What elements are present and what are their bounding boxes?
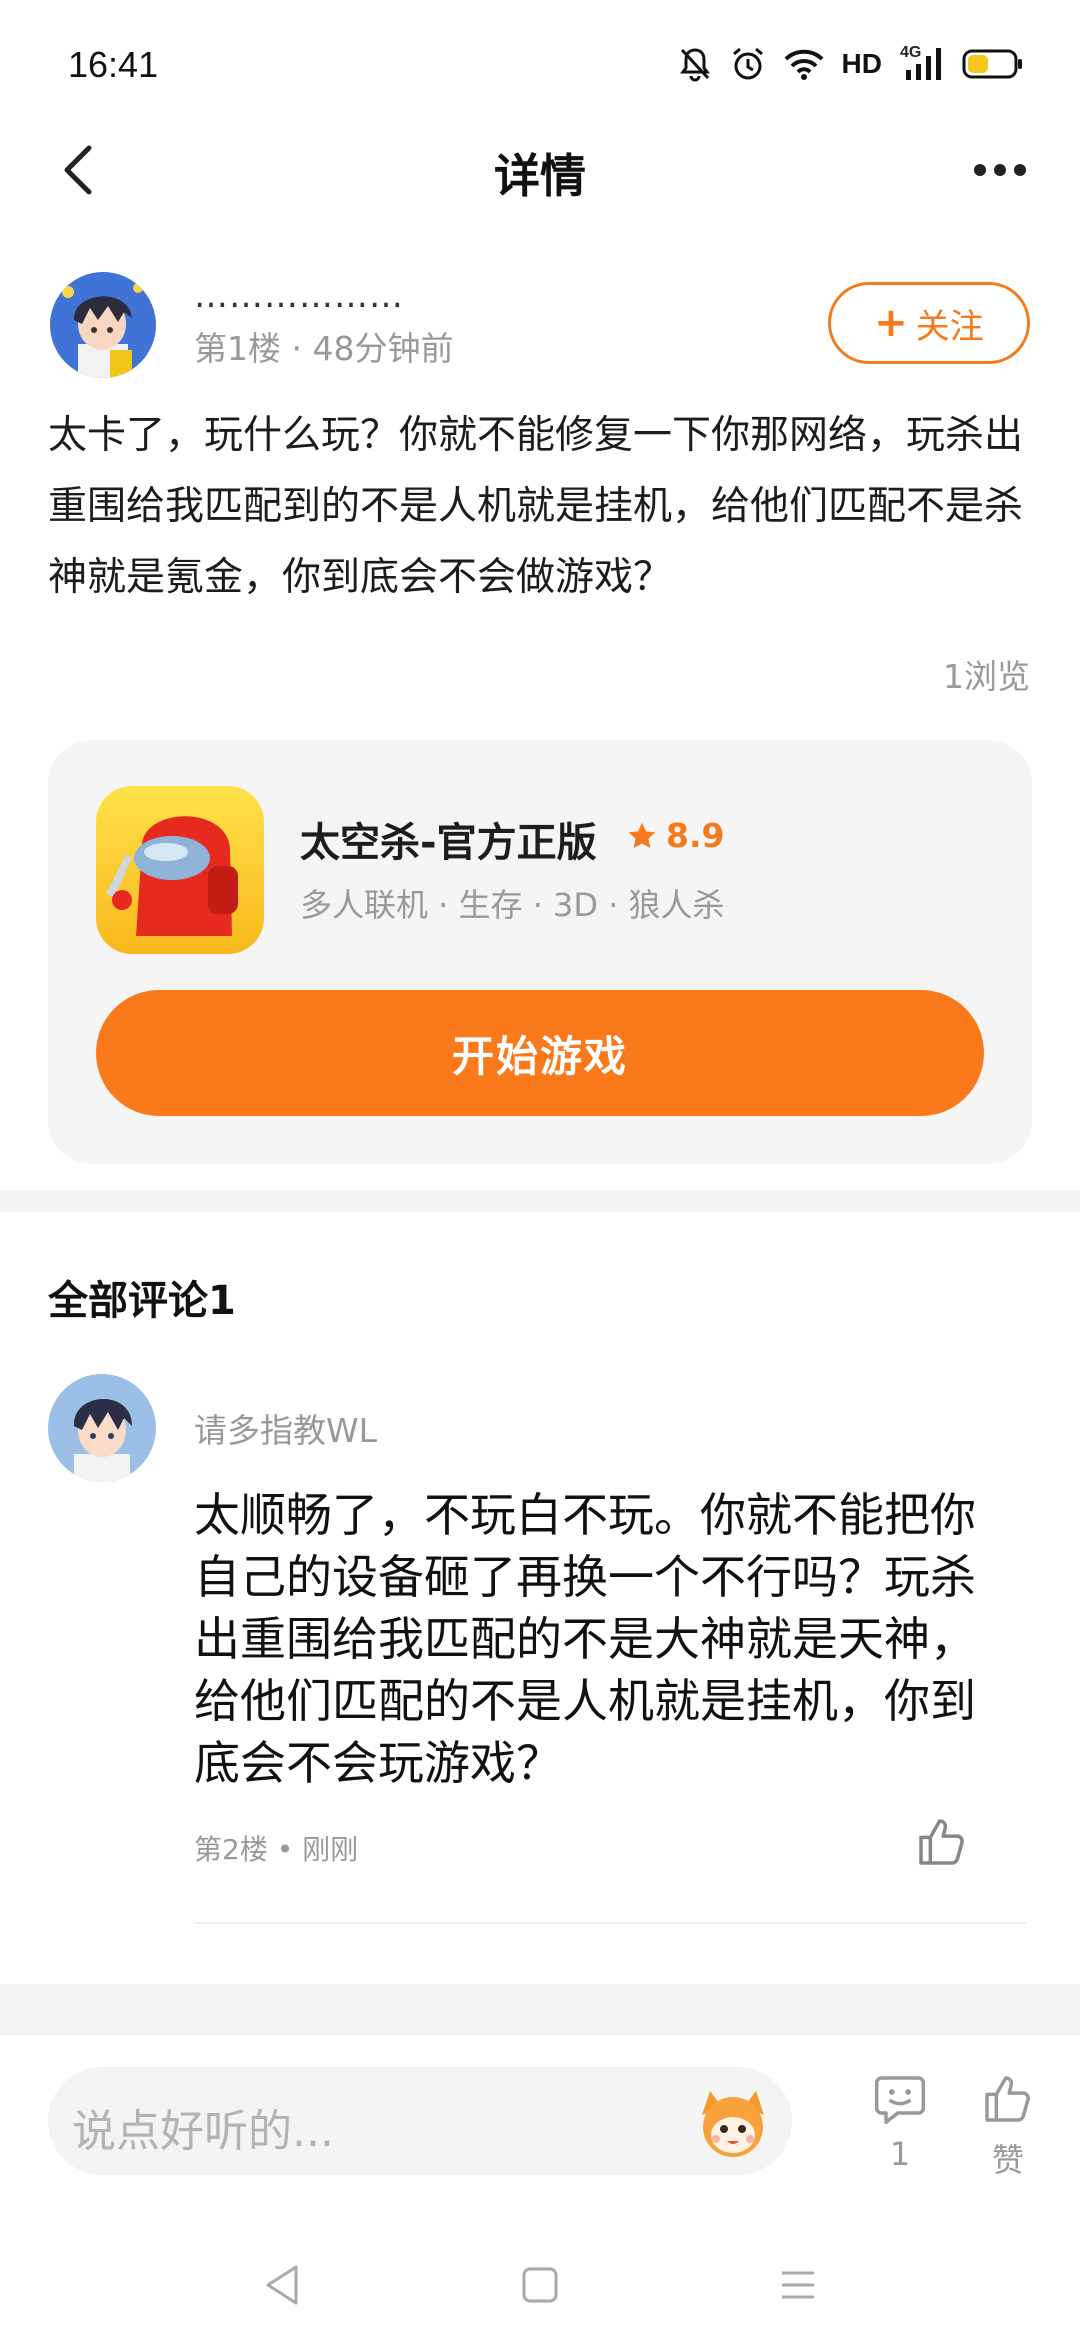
author-name[interactable]: ……………… — [194, 276, 404, 316]
like-label: 赞 — [991, 2141, 1024, 2179]
comment-separator — [194, 1922, 1026, 1924]
comment-input-placeholder: 说点好听的... — [72, 2106, 334, 2157]
wifi-icon — [784, 44, 824, 84]
home-square-icon[interactable] — [508, 2253, 572, 2317]
system-nav-bar — [0, 2241, 1080, 2340]
bottom-action-bar: 说点好听的... 1 赞 — [0, 2034, 1080, 2340]
signal-icon: 4G — [900, 44, 944, 84]
plus-icon: + — [874, 300, 908, 346]
comment-count: 1 — [889, 2135, 911, 2173]
start-game-button[interactable]: 开始游戏 — [96, 990, 984, 1116]
comments-header: 全部评论1 — [48, 1278, 236, 1324]
status-icons: HD 4G — [678, 44, 1024, 84]
game-icon[interactable] — [96, 786, 264, 954]
view-count: 1浏览 — [943, 657, 1030, 696]
follow-button[interactable]: + 关注 — [828, 282, 1030, 364]
more-icon[interactable] — [960, 140, 1040, 200]
game-card[interactable]: 太空杀-官方正版 8.9 多人联机 · 生存 · 3D · 狼人杀 开始游戏 — [48, 740, 1032, 1164]
status-bar: 16:41 HD 4G — [0, 0, 1080, 130]
network-label: HD — [841, 48, 882, 79]
alarm-icon — [730, 44, 766, 84]
menu-lines-icon[interactable] — [766, 2253, 830, 2317]
nav-bar: 详情 — [0, 120, 1080, 220]
follow-label: 关注 — [915, 306, 984, 347]
star-icon — [628, 822, 656, 848]
mascot-icon[interactable] — [692, 2081, 774, 2163]
comment-input[interactable]: 说点好听的... — [48, 2067, 792, 2175]
game-tags: 多人联机 · 生存 · 3D · 狼人杀 — [300, 886, 725, 924]
back-triangle-icon[interactable] — [250, 2253, 314, 2317]
rating-value: 8.9 — [666, 816, 725, 855]
comment-body: 太顺畅了，不玩白不玩。你就不能把你自己的设备砸了再换一个不行吗？玩杀出重围给我匹… — [194, 1488, 976, 1790]
page-title: 详情 — [494, 149, 586, 203]
game-name[interactable]: 太空杀-官方正版 — [300, 810, 597, 868]
game-rating: 8.9 — [626, 816, 724, 855]
post-body: 太卡了，玩什么玩？你就不能修复一下你那网络，玩杀出重围给我匹配到的不是人机就是挂… — [48, 413, 1024, 600]
bottom-band — [0, 1984, 1080, 2034]
status-time: 16:41 — [68, 44, 159, 85]
comment-bubble-icon — [874, 2076, 926, 2125]
post-meta: 第1楼 · 48分钟前 — [194, 329, 454, 368]
like-action[interactable]: 赞 — [968, 2071, 1048, 2181]
commenter-avatar[interactable] — [48, 1374, 156, 1482]
battery-icon — [962, 44, 1024, 84]
author-avatar[interactable] — [50, 272, 156, 378]
like-icon — [985, 2076, 1030, 2122]
signal-label: 4G — [900, 44, 922, 61]
comment-meta: 第2楼 • 刚刚 — [194, 1833, 359, 1866]
comments-action[interactable]: 1 — [860, 2071, 940, 2173]
thumbs-up-icon[interactable] — [914, 1814, 970, 1870]
bell-muted-icon — [678, 44, 712, 84]
section-divider — [0, 1190, 1080, 1212]
commenter-name[interactable]: 请多指教WL — [194, 1404, 377, 1452]
